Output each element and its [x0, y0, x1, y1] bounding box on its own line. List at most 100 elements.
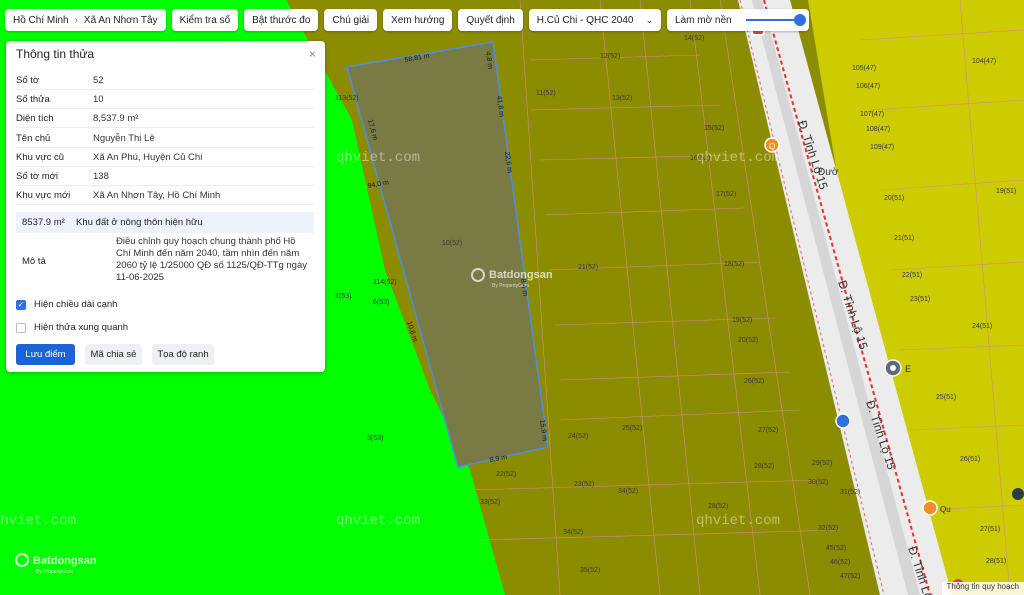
panel-title: Thông tin thửa: [16, 47, 95, 61]
ruler-button[interactable]: Bật thước đo: [244, 9, 319, 31]
show-neighbor-parcels-checkbox[interactable]: Hiện thửa xung quanh: [16, 322, 128, 333]
parcel-label: 24(51): [972, 323, 992, 330]
parcel-label: 22(52): [496, 471, 516, 478]
parcel-label: 25(52): [622, 425, 642, 432]
parcel-label: 105(47): [852, 65, 876, 72]
row-label: Số thửa: [16, 93, 50, 105]
legend-button[interactable]: Chú giải: [324, 9, 378, 31]
parcel-label: 46(52): [830, 559, 850, 566]
logo-text: Batdongsan: [489, 269, 553, 281]
checkbox-label: Hiện chiều dài cạnh: [34, 299, 118, 310]
row-value: Nguyễn Thị Lê: [93, 132, 155, 144]
parcel-label: 15(52): [704, 125, 724, 132]
row-label: Khu vực mới: [16, 189, 71, 201]
parcel-label: 19(52): [732, 317, 752, 324]
restaurant-icon[interactable]: Q: [764, 137, 780, 153]
parcel-label: 11(52): [536, 90, 556, 97]
parcel-label: 114(52): [373, 279, 397, 286]
parcel-label: 14(52): [684, 35, 704, 42]
close-icon[interactable]: ×: [309, 47, 316, 61]
top-toolbar: Hồ Chí Minh › Xã An Nhơn Tây Kiểm tra số…: [5, 9, 810, 31]
row-label: Tên chủ: [16, 132, 51, 144]
info-row-parcel: Số thửa 10: [16, 90, 314, 109]
parcel-label: 30(52): [808, 479, 828, 486]
info-row-old-area: Khu vực cũ Xã An Phú, Huyện Củ Chi: [16, 148, 314, 167]
share-code-button[interactable]: Mã chia sẻ: [85, 344, 142, 365]
show-edge-length-checkbox[interactable]: ✓ Hiện chiều dài cạnh: [16, 299, 117, 310]
info-row-area: Diện tích 8,537.9 m²: [16, 109, 314, 128]
parcel-label: 28(52): [754, 463, 774, 470]
parcel-label: 108(47): [866, 126, 890, 133]
checkbox-checked-icon[interactable]: ✓: [16, 299, 26, 310]
watermark: qhviet.com: [336, 513, 420, 529]
row-value: Xã An Nhơn Tây, Hồ Chí Minh: [93, 189, 221, 201]
parcel-label: 104(47): [972, 58, 996, 65]
parcel-label: 12(52): [600, 53, 620, 60]
parcel-label: 23(52): [574, 481, 594, 488]
parcel-label: 27(52): [758, 427, 778, 434]
parcel-label: 26(52): [744, 378, 764, 385]
parcel-label: 20(51): [884, 195, 904, 202]
parcel-label: 33(52): [480, 499, 500, 506]
breadcrumb-item-city[interactable]: Hồ Chí Minh: [13, 15, 69, 26]
desc-label: Mô tả: [22, 255, 46, 267]
fade-background-control: Làm mờ nền: [667, 9, 810, 31]
fade-slider[interactable]: [745, 14, 807, 26]
row-value: 52: [93, 74, 104, 86]
parcel-label: 31(52): [840, 489, 860, 496]
parcel-label: 20(52): [738, 337, 758, 344]
row-label: Số tờ: [16, 74, 40, 86]
row-value: 138: [93, 170, 109, 182]
row-value: 8,537.9 m²: [93, 112, 139, 124]
parcel-label: 34(52): [618, 488, 638, 495]
logo-sub: By PropertyGuru: [36, 569, 73, 575]
parcel-info-panel: Thông tin thửa × Số tờ 52 Số thửa 10 Diệ…: [6, 41, 325, 372]
check-number-button[interactable]: Kiểm tra số: [171, 9, 239, 31]
parcel-label: 21(52): [578, 264, 598, 271]
poi-label: E: [905, 364, 911, 374]
info-row-new-sheet: Số tờ mới 138: [16, 167, 314, 186]
view-direction-button[interactable]: Xem hướng: [383, 9, 453, 31]
parcel-label: 27(51): [980, 526, 1000, 533]
parcel-label: 22(51): [902, 272, 922, 279]
zone-type: Khu đất ở nông thôn hiện hữu: [76, 217, 203, 228]
parcel-label: 17(52): [716, 191, 736, 198]
logo-text: Batdongsan: [33, 555, 97, 567]
info-row-owner: Tên chủ Nguyễn Thị Lê: [16, 129, 314, 148]
save-point-button[interactable]: Lưu điểm: [16, 344, 75, 365]
slider-knob[interactable]: [794, 14, 807, 26]
poi-label: Q: [769, 142, 775, 151]
breadcrumb-item-commune[interactable]: Xã An Nhơn Tây: [84, 15, 158, 26]
parcel-label: 21(51): [894, 235, 914, 242]
parcel-label: 45(52): [826, 545, 846, 552]
parcel-label: 113(52): [335, 95, 359, 102]
hospital-icon[interactable]: [835, 413, 851, 429]
parcel-label: 18(52): [724, 261, 744, 268]
parcel-label: 28(51): [986, 558, 1006, 565]
parcel-label: 34(52): [563, 529, 583, 536]
zone-row: 8537.9 m² Khu đất ở nông thôn hiện hữu: [16, 212, 314, 233]
parcel-label: 1(53): [335, 293, 351, 300]
watermark: qhviet.com: [696, 513, 780, 529]
parcel-label: 29(52): [812, 460, 832, 467]
parcel-label: 19(51): [996, 188, 1016, 195]
parcel-label: 106(47): [856, 83, 880, 90]
breadcrumb[interactable]: Hồ Chí Minh › Xã An Nhơn Tây: [5, 9, 166, 31]
checkbox-label: Hiện thửa xung quanh: [34, 322, 129, 333]
parcel-label: 23(51): [910, 296, 930, 303]
parcel-label: 28(52): [708, 503, 728, 510]
boundary-coords-button[interactable]: Tọa độ ranh: [152, 344, 214, 365]
watermark: qhviet.com: [0, 513, 76, 529]
checkbox-unchecked-icon[interactable]: [16, 322, 26, 333]
logo-sub: By PropertyGuru: [492, 283, 529, 289]
parcel-label: 35(52): [580, 567, 600, 574]
plan-select-value: H.Củ Chi - QHC 2040: [536, 14, 634, 26]
decision-button[interactable]: Quyết định: [458, 9, 523, 31]
row-label: Khu vực cũ: [16, 151, 65, 163]
zone-area: 8537.9 m²: [22, 217, 65, 228]
parcel-label: 25(51): [936, 394, 956, 401]
poi-marker-2[interactable]: [1012, 488, 1024, 500]
parcel-label: 26(51): [960, 456, 980, 463]
plan-select[interactable]: H.Củ Chi - QHC 2040 ⌄: [528, 9, 662, 31]
info-row-sheet: Số tờ 52: [16, 71, 314, 90]
